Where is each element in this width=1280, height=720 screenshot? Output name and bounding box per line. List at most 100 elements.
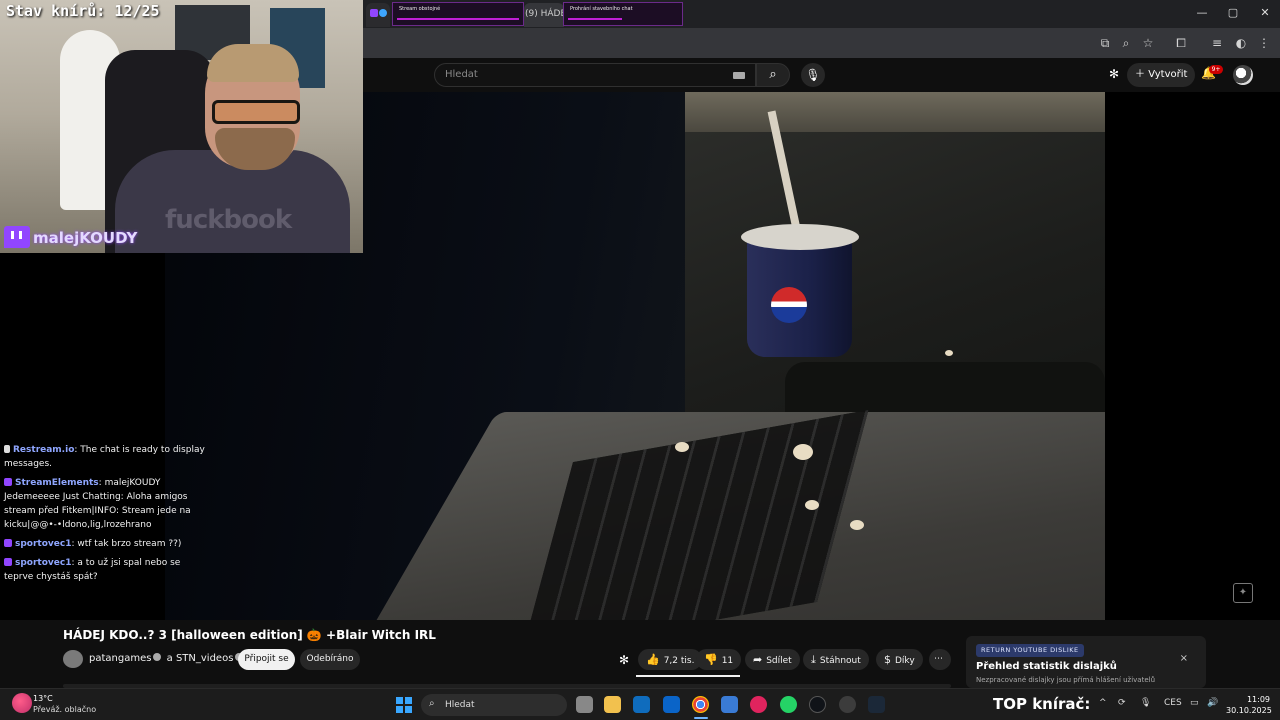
join-button[interactable]: Připojit se: [238, 649, 295, 670]
screenshot-icon[interactable]: ⧉: [1097, 35, 1113, 51]
profile-icon[interactable]: ◐: [1233, 35, 1249, 51]
extensions-icon[interactable]: ⧠: [1173, 35, 1189, 51]
create-label: Vytvořit: [1148, 69, 1188, 80]
ryd-title: Přehled statistik dislajků: [976, 661, 1117, 672]
search-icon: ⌕: [429, 698, 435, 709]
clock-time: 11:09: [1246, 695, 1270, 704]
twitch-logo-icon: [4, 226, 30, 248]
maximize-button[interactable]: ▢: [1218, 5, 1248, 21]
ryd-tag: RETURN YOUTUBE DISLIKE: [976, 644, 1084, 657]
clock[interactable]: 11:09 30.10.2025: [1226, 694, 1272, 716]
network-icon[interactable]: ▭: [1190, 698, 1199, 708]
media-player-icon[interactable]: [750, 696, 767, 713]
microphone-icon[interactable]: 🎙: [1140, 698, 1151, 708]
bookmark-star-icon[interactable]: ☆: [1140, 35, 1156, 51]
active-app-indicator: [694, 717, 708, 719]
twitch-icon: [370, 9, 378, 17]
menu-kebab-icon[interactable]: ⋮: [1256, 35, 1272, 51]
notification-badge: 9+: [1209, 65, 1223, 74]
chat-username: sportovec1: [15, 539, 72, 549]
thanks-icon: $: [884, 653, 891, 666]
close-button[interactable]: ✕: [1250, 5, 1280, 21]
chat-overlay: Restream.io: The chat is ready to displa…: [4, 443, 209, 589]
media-icon[interactable]: ≡: [1209, 35, 1225, 51]
restream-icon: [4, 445, 10, 453]
video-scene-cup-lid: [741, 224, 859, 250]
channel-watermark-icon[interactable]: ✦: [1233, 583, 1253, 603]
keyboard-icon[interactable]: [733, 72, 745, 79]
clock-date: 30.10.2025: [1226, 706, 1272, 715]
minimize-button[interactable]: —: [1187, 5, 1217, 21]
twitch-icon: [4, 558, 12, 566]
thumbs-up-icon: 👍: [646, 653, 660, 666]
channel-avatar[interactable]: [63, 650, 83, 668]
tab-thumb-progress: [568, 18, 622, 20]
streamer-name: malejKOUDY: [33, 229, 138, 247]
zoom-icon[interactable]: ⌕: [1118, 35, 1134, 51]
download-button[interactable]: ⤓ Stáhnout: [803, 649, 869, 670]
file-explorer-icon[interactable]: [604, 696, 621, 713]
channel-name[interactable]: patangames: [89, 653, 151, 664]
language-indicator[interactable]: CES: [1164, 698, 1182, 708]
twitch-icon: [4, 478, 12, 486]
search-input[interactable]: Hledat: [434, 63, 756, 87]
photos-icon[interactable]: [721, 696, 738, 713]
account-avatar[interactable]: [1233, 65, 1253, 85]
tab-favicon-twitch[interactable]: [366, 3, 390, 27]
dislike-button[interactable]: 👎 11: [696, 649, 742, 670]
extension-puzzle-icon[interactable]: ✻: [619, 653, 629, 667]
tab-youtube-video[interactable]: (9) HÁDEJ K: [524, 3, 578, 27]
create-button[interactable]: ＋ Vytvořit: [1127, 63, 1195, 87]
popcorn-crumb: [675, 442, 689, 452]
chevron-up-icon[interactable]: ^: [1099, 698, 1107, 708]
verified-icon: [153, 653, 162, 661]
taskbar-search[interactable]: Hledat: [421, 694, 567, 716]
popcorn-crumb: [850, 520, 864, 530]
like-button[interactable]: 👍 7,2 tis.: [638, 649, 703, 670]
windows-taskbar: 13°C Převáž. oblačno Hledat ⌕ TOP knírač…: [0, 688, 1280, 720]
share-icon: ➦: [753, 653, 763, 666]
whatsapp-icon[interactable]: [780, 696, 797, 713]
weather-desc[interactable]: Převáž. oblačno: [33, 705, 96, 714]
dislike-count: 11: [721, 656, 734, 666]
share-button[interactable]: ➦ Sdílet: [745, 649, 800, 670]
voice-search-button[interactable]: 🎙: [801, 63, 825, 87]
chrome-icon[interactable]: [692, 696, 709, 713]
popcorn-crumb: [945, 350, 953, 356]
like-count: 7,2 tis.: [663, 656, 695, 666]
thanks-label: Díky: [895, 656, 915, 666]
more-actions-button[interactable]: ⋯: [929, 649, 951, 670]
tab-stream-preview-1[interactable]: Stream obstojné: [392, 2, 524, 26]
twitch-icon: [4, 539, 12, 547]
app-icon[interactable]: [839, 696, 856, 713]
thanks-button[interactable]: $ Díky: [876, 649, 923, 670]
search-placeholder: Hledat: [445, 69, 478, 80]
chat-message: sportovec1: a to už jsi spal nebo se tep…: [4, 556, 209, 584]
weather-temp[interactable]: 13°C: [33, 694, 53, 703]
store-icon[interactable]: [633, 696, 650, 713]
extension-puzzle-icon[interactable]: ✻: [1109, 67, 1119, 81]
outlook-icon[interactable]: [663, 696, 680, 713]
steam-icon[interactable]: [868, 696, 885, 713]
tab-thumb-label: Stream obstojné: [399, 6, 441, 12]
obs-icon[interactable]: [809, 696, 826, 713]
share-label: Sdílet: [766, 656, 792, 666]
collab-channel-name[interactable]: a STN_videos: [167, 653, 234, 664]
search-icon: ⌕: [769, 67, 777, 82]
chat-username: sportovec1: [15, 558, 72, 568]
volume-icon[interactable]: 🔊: [1207, 698, 1218, 708]
ryd-close-button[interactable]: ×: [1180, 653, 1188, 664]
tab-stream-preview-2[interactable]: Prohrání stavebního chat: [563, 2, 683, 26]
microphone-icon: 🎙: [805, 68, 821, 82]
popcorn-crumb: [805, 500, 819, 510]
subscribed-button[interactable]: Odebíráno: [300, 649, 360, 670]
channel-names[interactable]: patangames a STN_videos: [89, 653, 245, 664]
search-button[interactable]: ⌕: [756, 63, 790, 87]
sync-icon[interactable]: ⟳: [1118, 698, 1126, 708]
top-mustache-label: TOP knírač:: [993, 695, 1091, 713]
chat-message: StreamElements: malejKOUDY Jedemeeeee Ju…: [4, 476, 209, 532]
weather-icon[interactable]: [12, 693, 32, 713]
ryd-subtitle: Nezpracované dislajky jsou přímá hlášení…: [976, 676, 1156, 684]
windows-start-icon[interactable]: [396, 697, 412, 713]
task-view-icon[interactable]: [576, 696, 593, 713]
